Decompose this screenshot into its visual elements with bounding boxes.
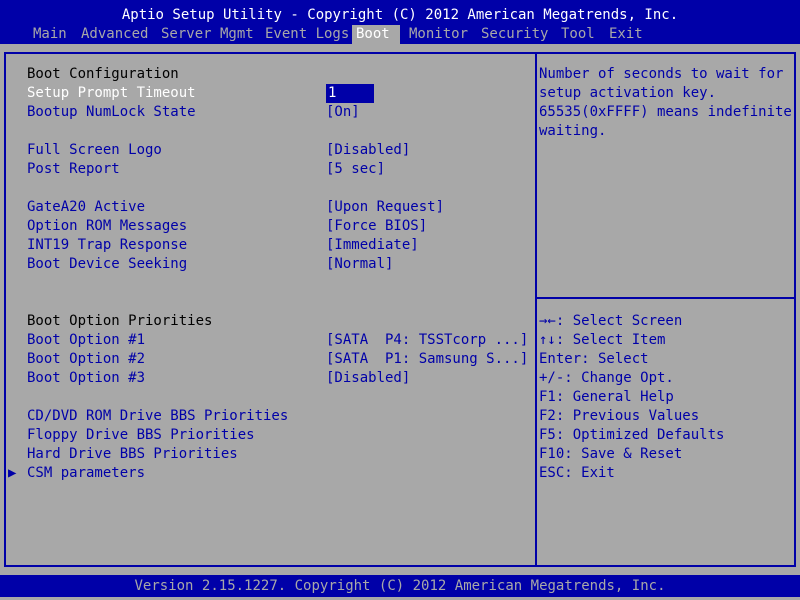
tab-exit[interactable]: Exit [605, 25, 647, 44]
help-text-line: setup activation key. [539, 85, 717, 101]
section-heading-boot-configuration: Boot Configuration [27, 66, 179, 82]
title-bar: Aptio Setup Utility - Copyright (C) 2012… [0, 0, 800, 44]
submenu-arrow-icon: ▶ [8, 465, 17, 481]
value-boot-option-3[interactable]: [Disabled] [326, 369, 410, 388]
value-setup-prompt-timeout[interactable]: 1 [326, 84, 374, 103]
value-boot-device-seeking[interactable]: [Normal] [326, 255, 393, 274]
tab-server-mgmt[interactable]: Server Mgmt [157, 25, 258, 44]
setting-bootup-numlock-state[interactable]: Bootup NumLock State [27, 103, 196, 122]
tab-boot[interactable]: Boot [352, 25, 400, 44]
main-frame: Boot Configuration Setup Prompt Timeout … [4, 52, 796, 567]
setting-option-rom-messages[interactable]: Option ROM Messages [27, 217, 187, 236]
setting-full-screen-logo[interactable]: Full Screen Logo [27, 141, 162, 160]
value-boot-option-1[interactable]: [SATA P4: TSSTcorp ...] [326, 331, 528, 350]
submenu-cd-dvd-rom-bbs-priorities[interactable]: CD/DVD ROM Drive BBS Priorities [27, 407, 288, 426]
key-help-select-screen: →←: Select Screen [539, 313, 683, 329]
help-text-line: 65535(0xFFFF) means indefinite [539, 104, 792, 120]
key-help-f5: F5: Optimized Defaults [539, 427, 725, 443]
key-help-f10: F10: Save & Reset [539, 446, 683, 462]
value-bootup-numlock-state[interactable]: [On] [326, 103, 360, 122]
menu-tabs: Main Advanced Server Mgmt Event Logs Boo… [0, 25, 800, 44]
setting-boot-option-3[interactable]: Boot Option #3 [27, 369, 145, 388]
value-full-screen-logo[interactable]: [Disabled] [326, 141, 410, 160]
setting-post-report[interactable]: Post Report [27, 160, 120, 179]
setting-gatea20-active[interactable]: GateA20 Active [27, 198, 145, 217]
submenu-hard-drive-bbs-priorities[interactable]: Hard Drive BBS Priorities [27, 445, 238, 464]
setting-setup-prompt-timeout[interactable]: Setup Prompt Timeout [27, 84, 196, 103]
value-post-report[interactable]: [5 sec] [326, 160, 385, 179]
tab-main[interactable]: Main [29, 25, 71, 44]
key-help-change-opt: +/-: Change Opt. [539, 370, 674, 386]
submenu-floppy-drive-bbs-priorities[interactable]: Floppy Drive BBS Priorities [27, 426, 255, 445]
setting-int19-trap-response[interactable]: INT19 Trap Response [27, 236, 187, 255]
key-help-select-item: ↑↓: Select Item [539, 332, 666, 348]
setting-boot-device-seeking[interactable]: Boot Device Seeking [27, 255, 187, 274]
app-title: Aptio Setup Utility - Copyright (C) 2012… [121, 7, 679, 23]
value-boot-option-2[interactable]: [SATA P1: Samsung S...] [326, 350, 528, 369]
tab-advanced[interactable]: Advanced [77, 25, 152, 44]
value-int19-trap-response[interactable]: [Immediate] [326, 236, 419, 255]
submenu-csm-parameters[interactable]: CSM parameters [27, 464, 145, 483]
value-gatea20-active[interactable]: [Upon Request] [326, 198, 444, 217]
setting-boot-option-2[interactable]: Boot Option #2 [27, 350, 145, 369]
key-help-f2: F2: Previous Values [539, 408, 700, 424]
tab-tool[interactable]: Tool [557, 25, 599, 44]
section-heading-boot-option-priorities: Boot Option Priorities [27, 313, 213, 329]
key-help-esc: ESC: Exit [539, 465, 615, 481]
help-text-line: Number of seconds to wait for [539, 66, 784, 82]
footer-version: Version 2.15.1227. Copyright (C) 2012 Am… [0, 575, 800, 597]
help-text-line: waiting. [539, 123, 607, 139]
value-option-rom-messages[interactable]: [Force BIOS] [326, 217, 427, 236]
key-help-enter: Enter: Select [539, 351, 649, 367]
key-help-f1: F1: General Help [539, 389, 674, 405]
tab-security[interactable]: Security [477, 25, 552, 44]
tab-event-logs[interactable]: Event Logs [261, 25, 353, 44]
panel-divider [535, 54, 537, 565]
help-separator [537, 297, 794, 299]
tab-monitor[interactable]: Monitor [405, 25, 472, 44]
setting-boot-option-1[interactable]: Boot Option #1 [27, 331, 145, 350]
